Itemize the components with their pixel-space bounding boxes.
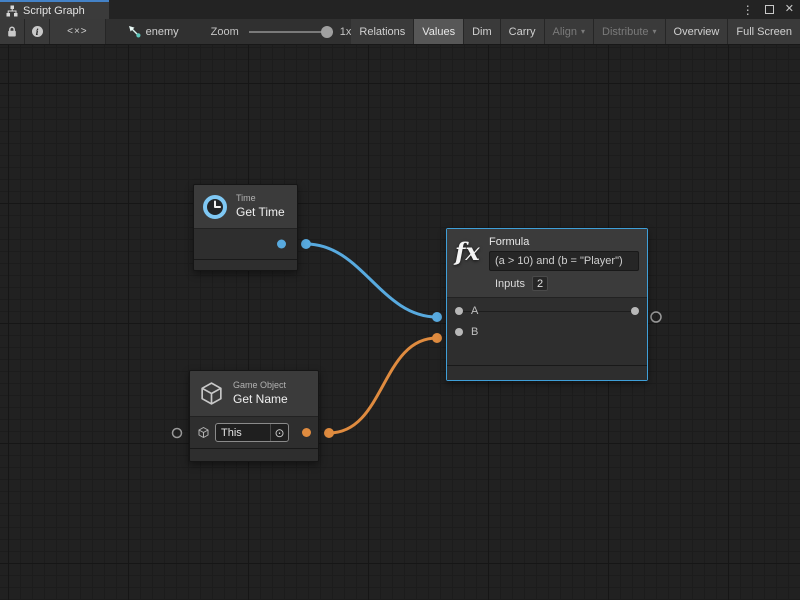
target-object-value: This xyxy=(216,427,270,439)
zoom-label: Zoom xyxy=(211,26,239,38)
overview-button[interactable]: Overview xyxy=(666,19,729,44)
info-icon: i xyxy=(32,26,43,37)
port-row-a: A xyxy=(447,300,647,321)
port-b-label: B xyxy=(471,326,478,338)
graph-hierarchy-icon xyxy=(6,5,18,17)
code-icon: <×> xyxy=(67,26,88,37)
script-graph-asset-icon xyxy=(128,25,141,38)
tab-title: Script Graph xyxy=(23,5,85,17)
wire-gettime-to-formula-a[interactable] xyxy=(306,244,437,317)
chevron-down-icon: ▾ xyxy=(581,27,585,36)
title-bar: Script Graph ⋮ ✕ xyxy=(0,0,800,19)
getname-result-dot[interactable] xyxy=(302,428,311,437)
zoom-slider-handle[interactable] xyxy=(321,26,333,38)
port-b-dot[interactable] xyxy=(455,328,463,336)
align-dropdown[interactable]: Align ▾ xyxy=(545,19,594,44)
node-get-time[interactable]: Time Get Time xyxy=(193,184,298,271)
inputs-count-field[interactable]: 2 xyxy=(532,276,548,291)
relations-toggle[interactable]: Relations xyxy=(351,19,414,44)
carry-toggle[interactable]: Carry xyxy=(501,19,545,44)
small-cube-icon xyxy=(197,426,210,439)
fullscreen-button[interactable]: Full Screen xyxy=(728,19,800,44)
target-object-field[interactable]: This ⊙ xyxy=(215,423,289,442)
getname-target-empty-port[interactable] xyxy=(173,429,182,438)
formula-input-a-port[interactable] xyxy=(432,312,442,322)
clock-icon xyxy=(202,194,228,220)
node-title: Formula xyxy=(489,236,639,248)
distribute-dropdown[interactable]: Distribute ▾ xyxy=(594,19,665,44)
getname-output-port[interactable] xyxy=(324,428,334,438)
gettime-output-port[interactable] xyxy=(301,239,311,249)
node-title: Get Name xyxy=(233,392,288,407)
zoom-value: 1x xyxy=(340,26,352,38)
values-toggle[interactable]: Values xyxy=(414,19,464,44)
formula-expression-input[interactable]: (a > 10) and (b = "Player") xyxy=(489,251,639,271)
inputs-label: Inputs xyxy=(495,278,525,290)
close-icon[interactable]: ✕ xyxy=(785,4,794,15)
dim-toggle[interactable]: Dim xyxy=(464,19,501,44)
port-a-label: A xyxy=(471,305,478,317)
window-menu-icon[interactable]: ⋮ xyxy=(742,4,754,16)
wire-layer xyxy=(0,45,800,600)
gettime-result-dot[interactable] xyxy=(277,240,286,249)
node-get-name[interactable]: Game Object Get Name This ⊙ xyxy=(189,370,319,462)
port-a-dot[interactable] xyxy=(455,307,463,315)
graph-toolbar: i <×> enemy Zoom 1x Relations Values Dim… xyxy=(0,19,800,45)
port-row-b: B xyxy=(447,321,647,342)
graph-breadcrumb[interactable]: enemy xyxy=(122,19,185,44)
node-title: Get Time xyxy=(236,205,285,220)
lock-button[interactable] xyxy=(0,19,25,44)
tab-script-graph[interactable]: Script Graph xyxy=(0,0,109,19)
code-view-button[interactable]: <×> xyxy=(50,19,105,44)
fx-icon: fx xyxy=(455,240,481,264)
game-object-cube-icon xyxy=(198,380,225,407)
graph-canvas[interactable]: Time Get Time fx Formula (a > 10) and (b… xyxy=(0,45,800,600)
formula-result-dot[interactable] xyxy=(631,307,639,315)
node-category: Time xyxy=(236,193,285,204)
object-picker-icon[interactable]: ⊙ xyxy=(270,424,288,441)
formula-output-empty-port[interactable] xyxy=(651,312,661,322)
wire-getname-to-formula-b[interactable] xyxy=(329,338,437,433)
relation-line-a xyxy=(461,311,634,312)
formula-input-b-port[interactable] xyxy=(432,333,442,343)
node-formula[interactable]: fx Formula (a > 10) and (b = "Player") I… xyxy=(446,228,648,381)
graph-name: enemy xyxy=(146,26,179,38)
lock-icon xyxy=(6,25,18,38)
chevron-down-icon: ▾ xyxy=(653,27,657,36)
node-category: Game Object xyxy=(233,380,288,391)
inspect-button[interactable]: i xyxy=(25,19,50,44)
zoom-slider[interactable] xyxy=(249,31,333,33)
maximize-icon[interactable] xyxy=(765,5,774,14)
